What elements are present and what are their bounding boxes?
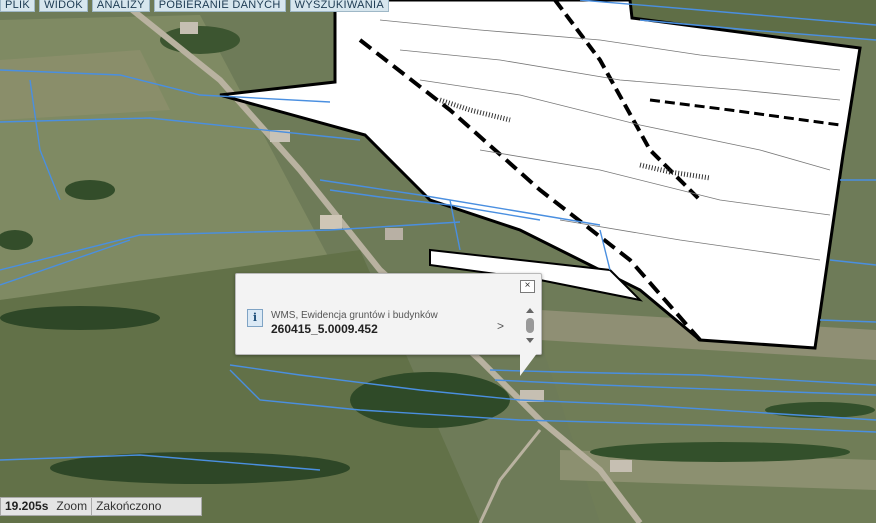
status-state: Zakończono	[96, 499, 162, 513]
building	[320, 215, 342, 229]
main-menu: PLIK WIDOK ANALIZY POBIERANIE DANYCH WYS…	[0, 0, 390, 12]
menu-wyszukiwania[interactable]: WYSZUKIWANIA	[289, 0, 390, 12]
building	[385, 228, 403, 240]
map-canvas[interactable]	[0, 0, 876, 523]
menu-plik[interactable]: PLIK	[0, 0, 36, 12]
layer-name: WMS, Ewidencja gruntów i budynków	[271, 310, 438, 321]
parcel-id: 260415_5.0009.452	[271, 322, 378, 336]
scroll-thumb[interactable]	[526, 318, 534, 333]
close-icon[interactable]: ×	[520, 280, 535, 293]
tree-clump-1	[65, 180, 115, 200]
menu-widok[interactable]: WIDOK	[39, 0, 88, 12]
popup-scrollbar[interactable]	[526, 308, 536, 346]
status-bar: 19.205s Zoom Zakończono	[0, 497, 203, 516]
menu-pobieranie-danych[interactable]: POBIERANIE DANYCH	[153, 0, 286, 12]
menu-analizy[interactable]: ANALIZY	[91, 0, 150, 12]
tree-belt-1	[0, 306, 160, 330]
chevron-right-icon[interactable]: >	[497, 319, 504, 333]
scroll-down-icon[interactable]	[526, 338, 534, 343]
field-strip-1	[0, 50, 170, 120]
building	[180, 22, 198, 34]
scroll-up-icon[interactable]	[526, 308, 534, 313]
building	[610, 460, 632, 472]
popup-pointer	[520, 352, 538, 376]
feature-info-popup: × i WMS, Ewidencja gruntów i budynków 26…	[235, 273, 542, 355]
status-action: Zoom	[52, 498, 93, 515]
tree-belt-3	[350, 372, 510, 428]
status-time: 19.205s	[5, 499, 49, 513]
tree-belt-5	[765, 402, 875, 418]
info-icon: i	[247, 309, 263, 327]
tree-belt-4	[590, 442, 850, 462]
